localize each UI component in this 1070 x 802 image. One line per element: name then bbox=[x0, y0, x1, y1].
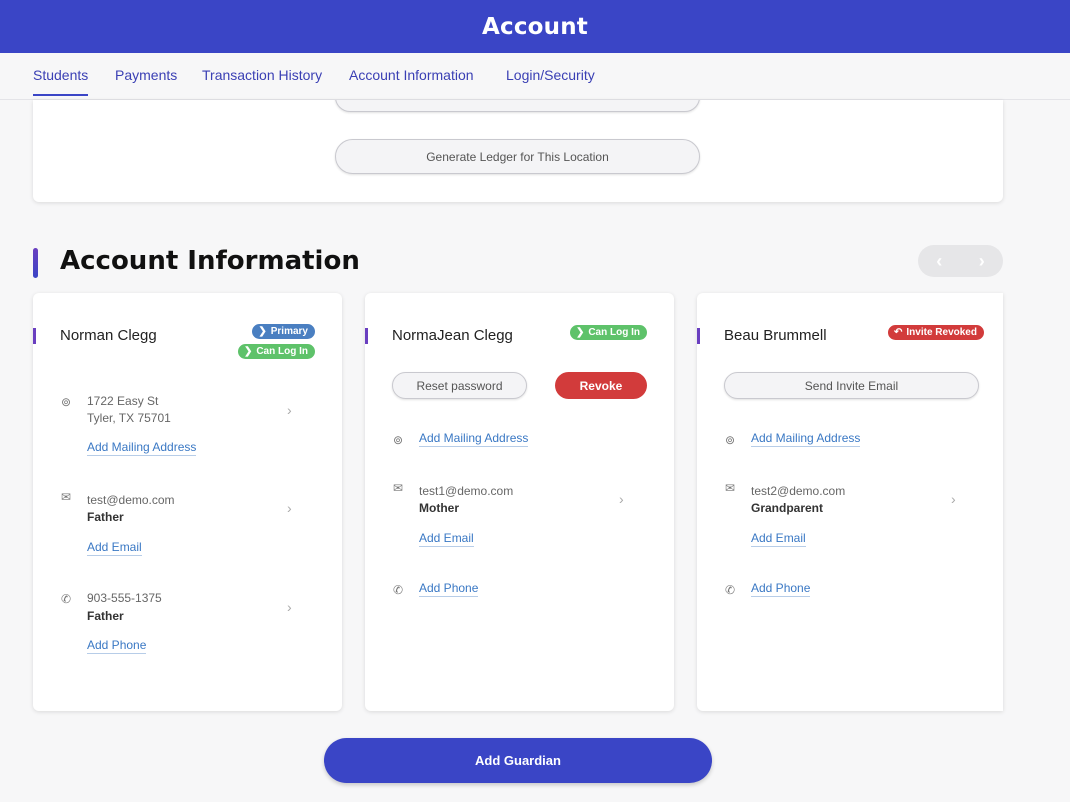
address-line2: Tyler, TX 75701 bbox=[87, 411, 171, 425]
guardian-card: Beau Brummell ↶ Invite Revoked Send Invit… bbox=[697, 293, 1003, 711]
phone-icon: ✆ bbox=[724, 583, 736, 597]
add-email-link[interactable]: Add Email bbox=[87, 540, 142, 556]
add-email-link[interactable]: Add Email bbox=[419, 531, 474, 547]
email-relation: Mother bbox=[419, 501, 459, 515]
guardian-card: NormaJean Clegg ❯ Can Log In Reset passwo… bbox=[365, 293, 674, 711]
email-relation: Grandparent bbox=[751, 501, 824, 515]
can-login-badge: ❯ Can Log In bbox=[569, 325, 647, 340]
card-accent bbox=[365, 328, 368, 344]
undo-icon: ↶ bbox=[894, 327, 903, 338]
add-mailing-address-link[interactable]: Add Mailing Address bbox=[419, 431, 529, 447]
add-phone-link[interactable]: Add Phone bbox=[419, 581, 479, 597]
next-arrow-icon[interactable]: › bbox=[979, 251, 985, 272]
prev-arrow-icon[interactable]: ‹ bbox=[936, 251, 942, 272]
add-mailing-address-link[interactable]: Add Mailing Address bbox=[751, 431, 861, 447]
phone-icon: ✆ bbox=[392, 583, 404, 597]
carousel-nav: ‹ › bbox=[918, 245, 1003, 277]
add-phone-link[interactable]: Add Phone bbox=[751, 581, 811, 597]
tab-login-security[interactable]: Login/Security bbox=[506, 67, 595, 94]
card-accent bbox=[33, 328, 36, 344]
email-value: test1@demo.com bbox=[419, 484, 514, 498]
card-accent bbox=[697, 328, 700, 344]
phone-icon: ✆ bbox=[60, 592, 72, 606]
location-pin-icon: ⊚ bbox=[392, 433, 404, 447]
location-pin-icon: ⊚ bbox=[60, 395, 72, 409]
guardian-name: NormaJean Clegg bbox=[392, 327, 513, 344]
phone-chevron-icon[interactable]: › bbox=[287, 599, 292, 615]
phone-relation: Father bbox=[87, 609, 124, 623]
add-email-link[interactable]: Add Email bbox=[751, 531, 806, 547]
primary-badge: ❯ Primary bbox=[252, 324, 315, 339]
tab-students[interactable]: Students bbox=[33, 67, 89, 96]
generate-ledger-button[interactable]: Generate Ledger for This Location bbox=[335, 139, 700, 174]
guardian-card: Norman Clegg ❯ Primary ❯ Can Log In ⊚ 1722… bbox=[33, 293, 342, 711]
chevron-right-icon: ❯ bbox=[575, 327, 585, 338]
mail-icon: ✉ bbox=[60, 490, 72, 504]
location-pin-icon: ⊚ bbox=[724, 433, 736, 447]
add-guardian-button[interactable]: Add Guardian bbox=[324, 738, 712, 783]
guardian-name: Beau Brummell bbox=[724, 327, 827, 344]
tab-transaction-history[interactable]: Transaction History bbox=[202, 67, 322, 94]
chevron-right-icon: ❯ bbox=[258, 326, 267, 337]
send-invite-email-button[interactable]: Send Invite Email bbox=[724, 372, 979, 399]
top-bar: Account bbox=[0, 0, 1070, 53]
phone-value: 903-555-1375 bbox=[87, 591, 162, 605]
reset-password-button[interactable]: Reset password bbox=[392, 372, 527, 399]
section-accent-bar bbox=[33, 248, 38, 278]
address-chevron-icon[interactable]: › bbox=[287, 402, 292, 418]
tab-payments[interactable]: Payments bbox=[115, 67, 177, 94]
email-value: test@demo.com bbox=[87, 493, 175, 507]
add-phone-link[interactable]: Add Phone bbox=[87, 638, 147, 654]
add-mailing-address-link[interactable]: Add Mailing Address bbox=[87, 440, 197, 456]
partial-hidden-button[interactable] bbox=[335, 100, 700, 112]
mail-icon: ✉ bbox=[724, 481, 736, 495]
ledger-card: Generate Ledger for This Location bbox=[33, 100, 1003, 202]
address-line1: 1722 Easy St bbox=[87, 394, 159, 408]
section-title: Account Information bbox=[60, 246, 360, 276]
invite-revoked-badge: ↶ Invite Revoked bbox=[888, 325, 984, 340]
revoke-button[interactable]: Revoke bbox=[555, 372, 647, 399]
email-chevron-icon[interactable]: › bbox=[619, 491, 624, 507]
page-title: Account bbox=[481, 13, 588, 40]
email-chevron-icon[interactable]: › bbox=[287, 500, 292, 516]
tab-bar: Students Payments Transaction History Ac… bbox=[0, 53, 1070, 100]
email-relation: Father bbox=[87, 510, 124, 524]
email-value: test2@demo.com bbox=[751, 484, 846, 498]
guardian-name: Norman Clegg bbox=[60, 327, 157, 344]
email-chevron-icon[interactable]: › bbox=[951, 491, 956, 507]
mail-icon: ✉ bbox=[392, 481, 404, 495]
tab-account-information[interactable]: Account Information bbox=[349, 67, 474, 94]
can-login-badge: ❯ Can Log In bbox=[237, 344, 315, 359]
chevron-right-icon: ❯ bbox=[243, 346, 253, 357]
